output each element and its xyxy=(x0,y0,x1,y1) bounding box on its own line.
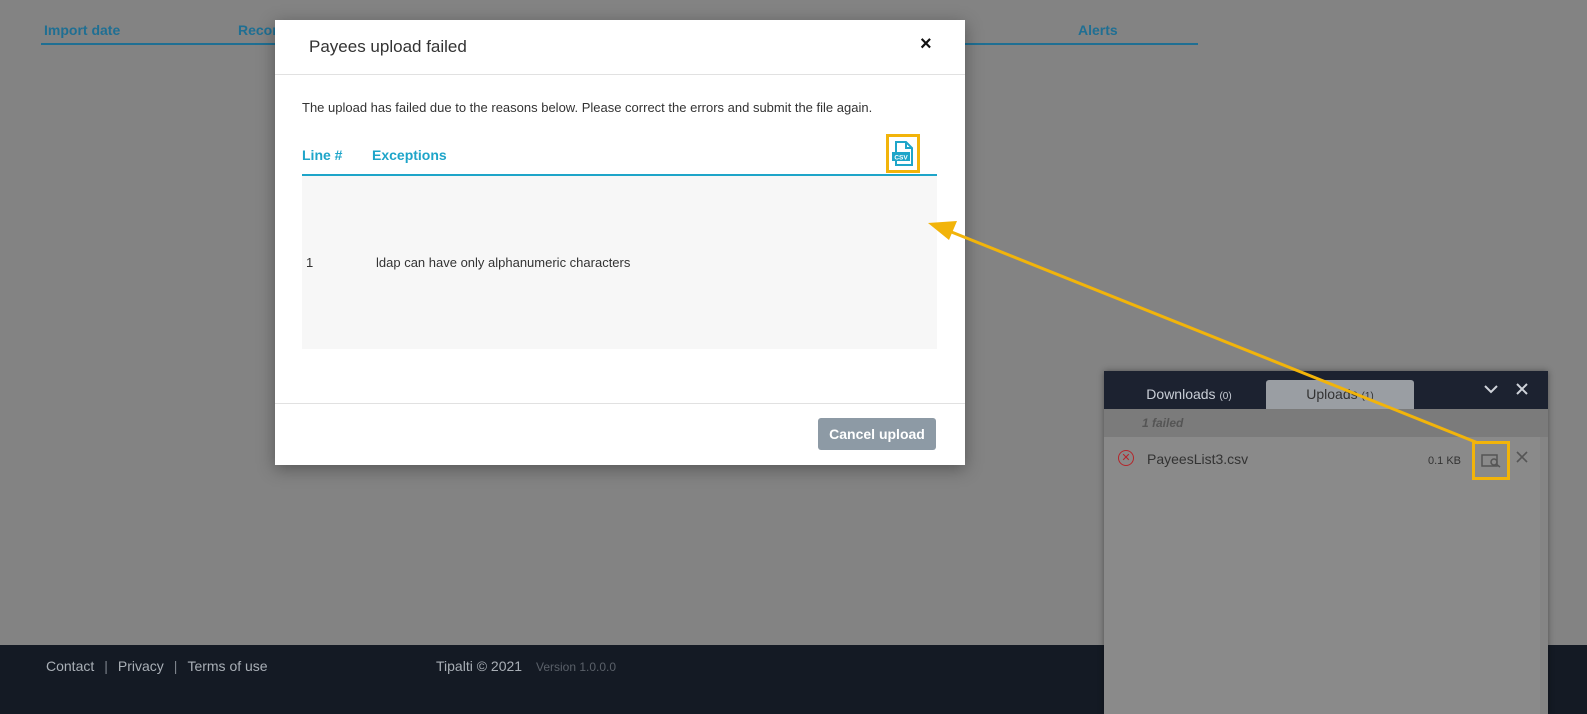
footer-version: Version 1.0.0.0 xyxy=(536,660,617,674)
footer-separator: | xyxy=(173,658,178,674)
modal-title: Payees upload failed xyxy=(309,37,467,56)
tab-downloads-label: Downloads xyxy=(1146,386,1216,402)
modal-header: Payees upload failed × xyxy=(275,20,965,75)
header-exceptions: Exceptions xyxy=(372,147,447,163)
tab-uploads-label: Uploads xyxy=(1306,386,1358,402)
upload-failed-modal: Payees upload failed × The upload has fa… xyxy=(275,20,965,465)
failed-status: 1 failed xyxy=(1142,416,1184,430)
footer-link-privacy[interactable]: Privacy xyxy=(118,658,164,674)
file-name: PayeesList3.csv xyxy=(1147,451,1249,467)
row-exception: ldap can have only alphanumeric characte… xyxy=(376,255,631,270)
panel-header: Downloads (0) Uploads (1) xyxy=(1104,371,1548,409)
footer-links: Contact | Privacy | Terms of use xyxy=(46,658,268,674)
row-line-number: 1 xyxy=(306,255,314,270)
modal-message: The upload has failed due to the reasons… xyxy=(302,100,873,115)
status-row: 1 failed xyxy=(1104,409,1548,437)
tab-downloads[interactable]: Downloads (0) xyxy=(1114,380,1264,409)
column-alerts[interactable]: Alerts xyxy=(1078,22,1118,38)
close-panel-icon[interactable] xyxy=(1514,381,1530,402)
csv-icon-label: CSV xyxy=(894,154,908,161)
scrollbar[interactable] xyxy=(1540,437,1548,714)
remove-icon[interactable] xyxy=(1515,449,1529,469)
column-import-date[interactable]: Import date xyxy=(44,22,120,38)
tab-downloads-count: (0) xyxy=(1219,391,1232,402)
chevron-down-icon[interactable] xyxy=(1483,381,1499,402)
view-errors-button[interactable] xyxy=(1472,441,1510,480)
tab-uploads-count: (1) xyxy=(1361,391,1374,402)
cancel-upload-button[interactable]: Cancel upload xyxy=(818,418,936,450)
close-icon[interactable]: × xyxy=(920,33,932,56)
exceptions-table-body: 1 ldap can have only alphanumeric charac… xyxy=(302,176,937,349)
header-line-number: Line # xyxy=(302,147,343,163)
footer-copyright: Tipalti © 2021 xyxy=(436,658,523,674)
error-circle-icon: ✕ xyxy=(1118,450,1134,466)
list-item: ✕ PayeesList3.csv 0.1 KB xyxy=(1104,437,1548,481)
file-size: 0.1 KB xyxy=(1428,455,1462,467)
exceptions-table-header: Line # Exceptions CSV xyxy=(302,134,937,176)
tab-uploads[interactable]: Uploads (1) xyxy=(1266,380,1414,409)
column-records[interactable]: Recor xyxy=(238,22,278,38)
transfers-panel: Downloads (0) Uploads (1) 1 failed ✕ Pay… xyxy=(1104,371,1548,714)
export-csv-button[interactable]: CSV xyxy=(886,134,920,173)
csv-file-icon: CSV xyxy=(892,140,913,166)
preview-icon xyxy=(1481,453,1501,468)
modal-footer: Cancel upload xyxy=(275,403,965,466)
footer-link-contact[interactable]: Contact xyxy=(46,658,94,674)
footer-link-terms[interactable]: Terms of use xyxy=(187,658,267,674)
footer-separator: | xyxy=(104,658,108,674)
